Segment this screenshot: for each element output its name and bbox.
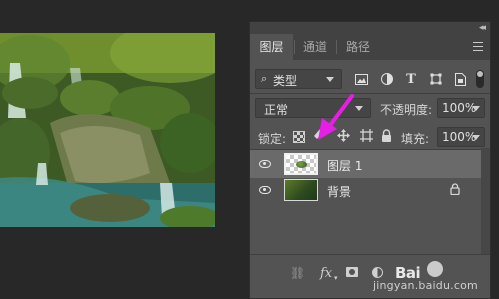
smart-object-filter-icon[interactable]: [452, 71, 468, 87]
kind-filter-select[interactable]: ⌕ 类型: [255, 69, 342, 89]
blend-mode-select[interactable]: 正常: [255, 98, 371, 118]
layer-name[interactable]: 图层 1: [327, 157, 362, 174]
search-icon: ⌕: [261, 72, 268, 85]
lock-transparent-pixels-icon[interactable]: [293, 131, 305, 143]
opacity-label: 不透明度:: [380, 103, 433, 117]
chevron-down-icon[interactable]: [472, 135, 480, 140]
tab-layers[interactable]: 图层: [250, 34, 293, 60]
adjustment-filter-icon[interactable]: [379, 71, 395, 87]
layers-scrollbar[interactable]: [481, 148, 490, 255]
layer-filter-bar: ⌕ 类型 T: [250, 66, 490, 92]
panel-tabs: 图层 通道 路径: [250, 34, 490, 60]
layer-thumbnail: [284, 153, 318, 175]
tab-divider: [336, 40, 337, 54]
layer-name[interactable]: 背景: [327, 183, 351, 200]
collapse-panel-icon[interactable]: ◂◂: [479, 22, 486, 34]
lock-image-pixels-icon[interactable]: [314, 129, 324, 145]
lock-position-icon[interactable]: [337, 129, 350, 146]
chevron-down-icon: [355, 106, 363, 111]
shape-filter-icon[interactable]: [428, 71, 444, 87]
eye-icon[interactable]: [259, 160, 271, 168]
chevron-down-icon[interactable]: [472, 106, 480, 111]
blend-mode-value: 正常: [264, 103, 289, 117]
layer-row-background[interactable]: 背景: [250, 176, 481, 204]
fill-label: 填充:: [401, 132, 430, 146]
panel-menu-icon[interactable]: [473, 42, 483, 51]
add-layer-style-icon[interactable]: fx: [320, 266, 332, 281]
panel-title-bar[interactable]: ◂◂: [250, 22, 490, 34]
filter-toggle[interactable]: [476, 70, 484, 88]
tab-paths[interactable]: 路径: [338, 34, 378, 60]
layer-thumbnail: [284, 179, 318, 201]
lock-label: 锁定:: [258, 132, 287, 146]
tab-channels[interactable]: 通道: [295, 34, 335, 60]
chevron-down-icon: [326, 77, 334, 82]
chevron-down-icon: ▾: [334, 274, 338, 282]
pixel-filter-icon[interactable]: [353, 71, 369, 87]
link-layers-icon[interactable]: ⛓: [290, 266, 305, 280]
lock-artboard-icon[interactable]: [360, 129, 373, 146]
waterfall-photo: [0, 33, 215, 227]
type-filter-icon[interactable]: T: [403, 71, 419, 87]
divider: [250, 93, 490, 94]
opacity-input[interactable]: 100%: [437, 98, 485, 118]
layer-row-layer-1[interactable]: 图层 1: [250, 150, 481, 178]
layers-panel: ◂◂ 图层 通道 路径 ⌕ 类型 T 正常 不透明度: 100% 锁定: 填充:…: [249, 21, 491, 299]
new-adjustment-layer-icon[interactable]: [372, 267, 383, 278]
watermark-url: jingyan.baidu.com: [373, 279, 478, 292]
fill-input[interactable]: 100%: [437, 127, 485, 147]
baidu-paw-icon: [427, 261, 443, 277]
add-layer-mask-icon[interactable]: [346, 267, 358, 277]
canvas-photo: [0, 33, 215, 227]
thumbnail-content: [296, 161, 307, 168]
eye-icon[interactable]: [259, 186, 271, 194]
lock-icon[interactable]: [450, 183, 460, 198]
lock-all-icon[interactable]: [381, 129, 392, 146]
kind-filter-label: 类型: [273, 74, 298, 88]
